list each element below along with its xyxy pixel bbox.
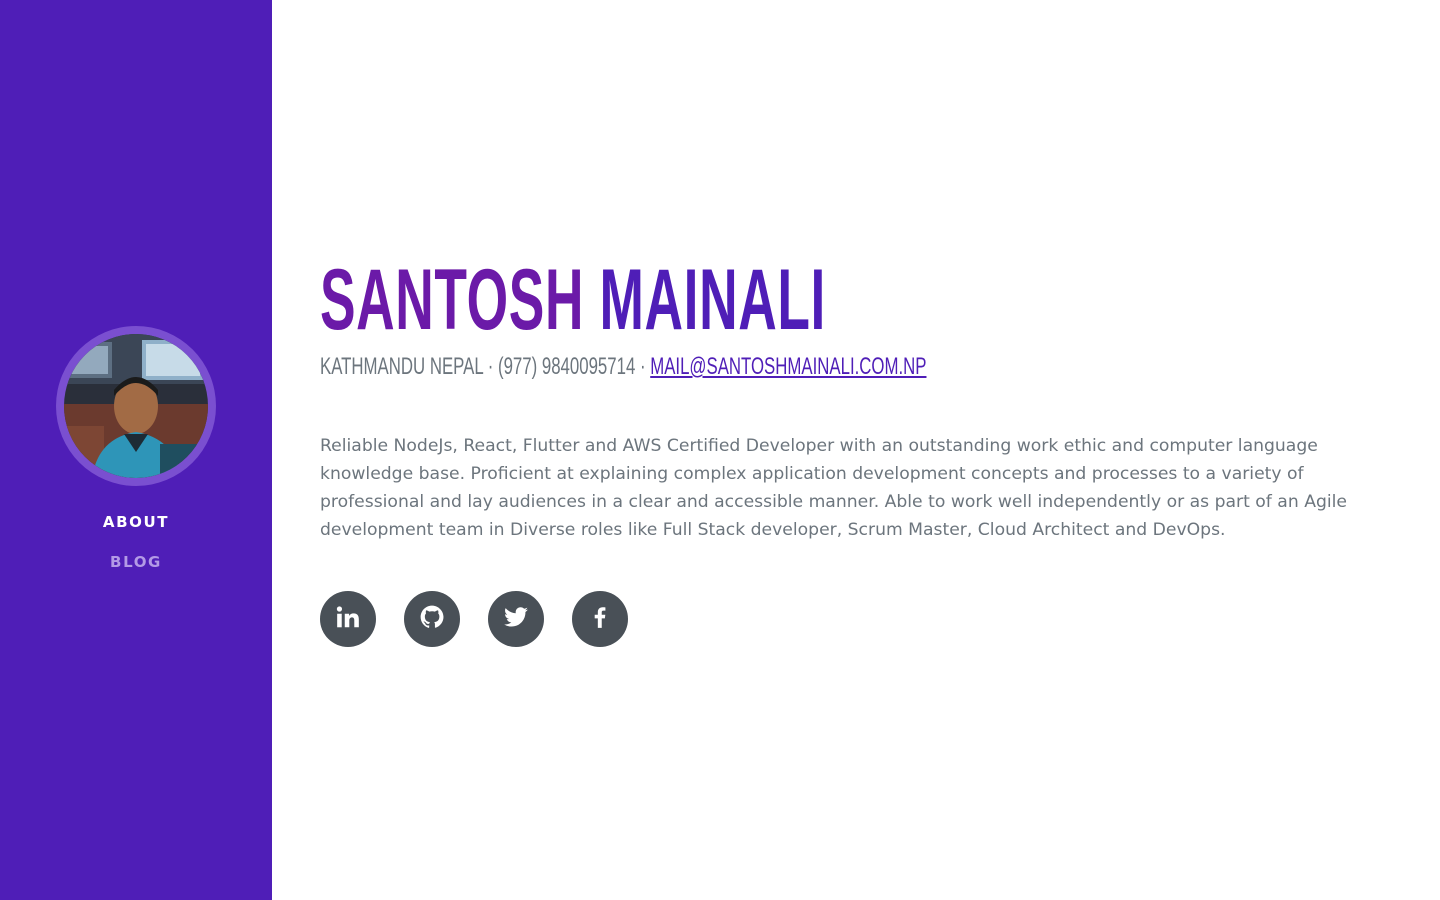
page-title: SANTOSH MAINALI [320,250,826,350]
social-icons [320,591,628,647]
email-link[interactable]: MAIL@SANTOSHMAINALI.COM.NP [650,353,926,380]
contact-line: KATHMANDU NEPAL · (977) 9840095714 · MAI… [320,353,926,381]
github-button[interactable] [404,591,460,647]
linkedin-icon [335,604,361,635]
linkedin-button[interactable] [320,591,376,647]
last-name: MAINALI [599,252,826,348]
avatar-ring [56,326,216,486]
nav-item-blog[interactable]: BLOG [0,550,272,574]
twitter-icon [503,604,529,635]
bio-text: Reliable NodeJs, React, Flutter and AWS … [320,436,1347,540]
facebook-button[interactable] [572,591,628,647]
sidebar-nav: ABOUT BLOG [0,510,272,590]
nav-item-about[interactable]: ABOUT [0,510,272,534]
github-icon [419,604,445,635]
first-name: SANTOSH [320,252,585,348]
avatar-photo [64,334,208,478]
avatar [64,334,208,478]
twitter-button[interactable] [488,591,544,647]
location-phone: KATHMANDU NEPAL · (977) 9840095714 · [320,353,651,380]
sidebar: ABOUT BLOG [0,0,272,900]
facebook-icon [587,604,613,635]
